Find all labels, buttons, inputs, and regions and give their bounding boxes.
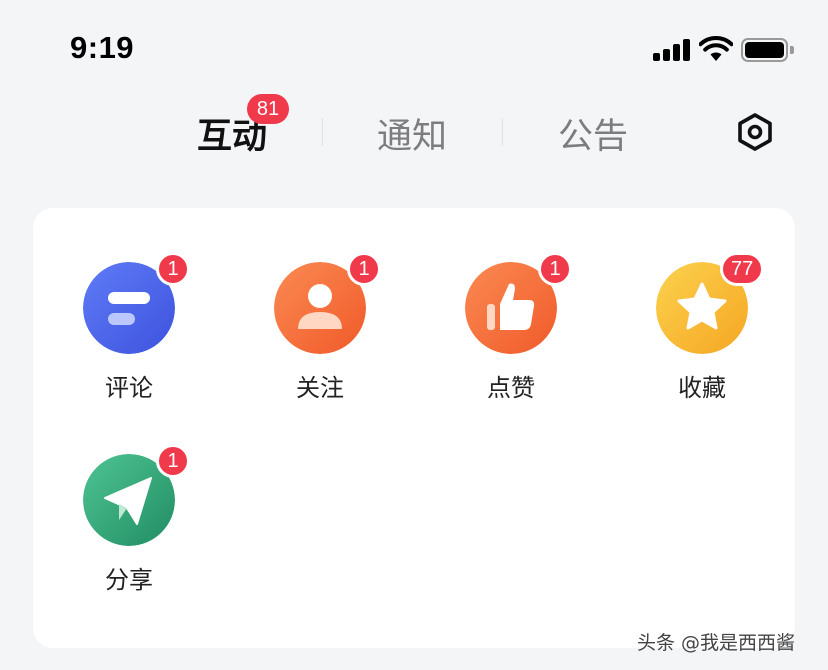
wifi-icon	[699, 36, 733, 61]
comment-badge: 1	[156, 252, 190, 286]
share-label: 分享	[105, 566, 153, 594]
like-badge: 1	[538, 252, 572, 286]
comment-label: 评论	[105, 374, 153, 402]
tab-divider	[322, 118, 323, 146]
interactions-card: 1 评论 1 关注 1 点赞 77 收藏 1 分享	[33, 208, 795, 648]
favorite-label: 收藏	[678, 374, 726, 402]
grid-item-follow[interactable]: 1 关注	[226, 208, 418, 402]
status-bar: 9:19	[0, 0, 828, 100]
tab-interactions-badge: 81	[247, 94, 289, 124]
grid-item-like[interactable]: 1 点赞	[417, 208, 609, 402]
tab-announcements[interactable]: 公告	[558, 108, 628, 159]
signal-icon	[653, 39, 691, 61]
like-label: 点赞	[487, 374, 535, 402]
follow-label: 关注	[296, 374, 344, 402]
tab-notifications[interactable]: 通知	[377, 108, 447, 159]
tab-header: 互动 81 通知 公告	[0, 94, 828, 170]
grid-item-share[interactable]: 1 分享	[35, 400, 227, 594]
grid-item-comment[interactable]: 1 评论	[35, 208, 227, 402]
grid-item-favorite[interactable]: 77 收藏	[608, 208, 800, 402]
follow-badge: 1	[347, 252, 381, 286]
favorite-badge: 77	[720, 252, 765, 286]
settings-icon[interactable]	[736, 112, 774, 152]
tab-divider	[502, 118, 503, 146]
watermark: 头条 @我是西西酱	[637, 632, 796, 654]
share-badge: 1	[156, 444, 190, 478]
status-time: 9:19	[70, 30, 135, 65]
battery-icon	[741, 38, 794, 62]
